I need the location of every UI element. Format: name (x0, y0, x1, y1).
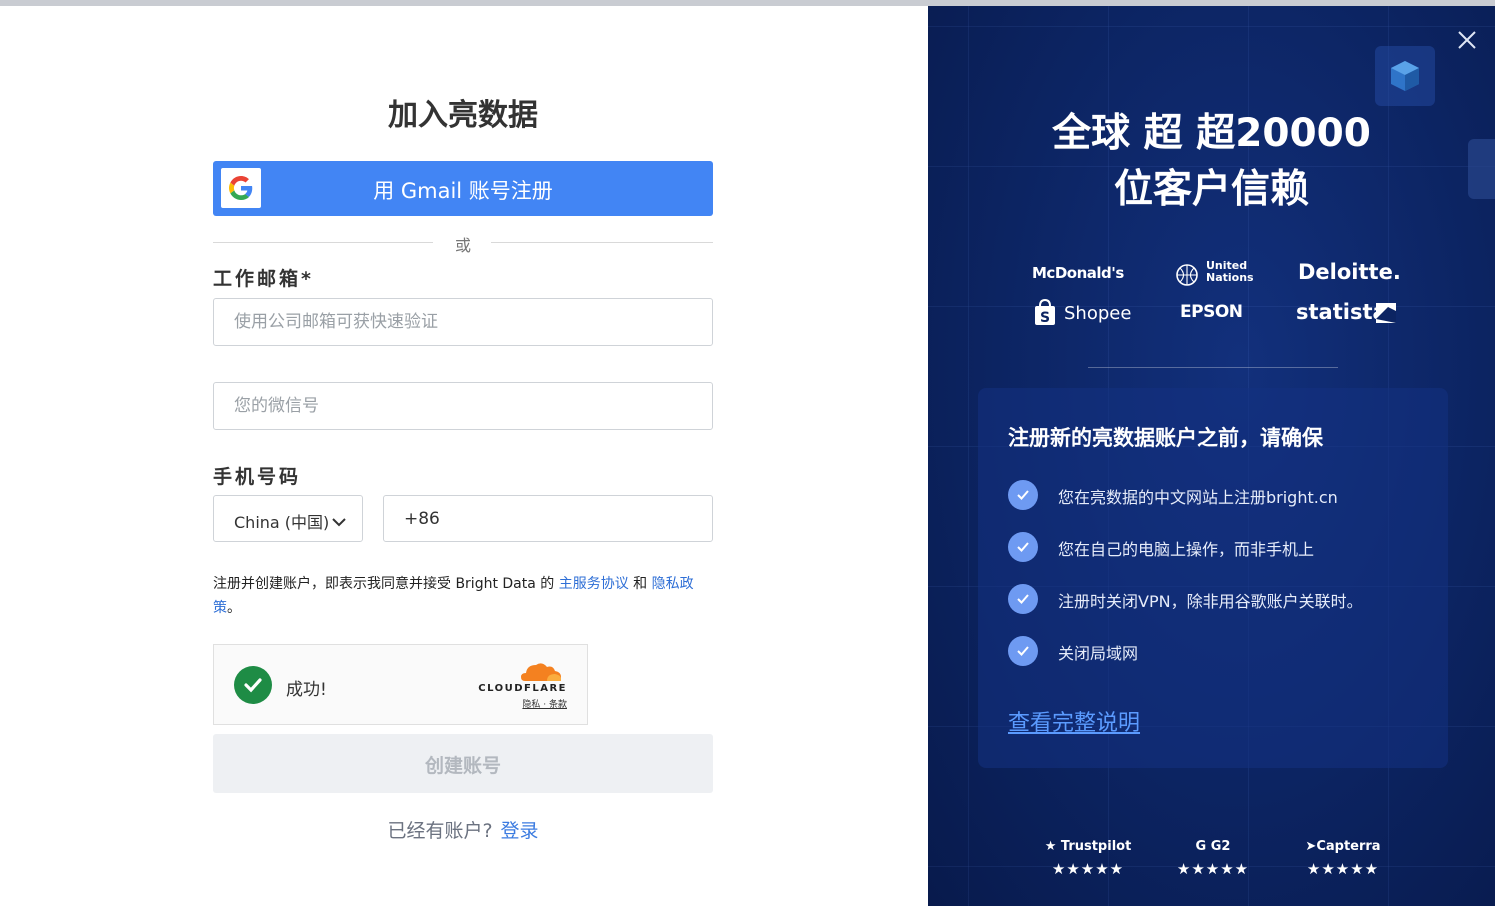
trustpilot-rating: ★ Trustpilot ★★★★★ (1044, 839, 1132, 878)
page-title: 加入亮数据 (388, 98, 538, 133)
rating-stars: ★★★★★ (1051, 860, 1125, 878)
marketing-panel: 全球 超 超20000 位客户信赖 McDonald's United Nati… (928, 6, 1495, 906)
country-value: China (中国) (234, 513, 330, 532)
phone-field[interactable] (383, 495, 713, 542)
requirements-card: 注册新的亮数据账户之前，请确保 您在亮数据的中文网站上注册bright.cn 您… (978, 388, 1448, 768)
check-icon (1008, 636, 1038, 666)
terms-middle: 和 (628, 576, 652, 592)
check-icon (1008, 480, 1038, 510)
gmail-signup-button[interactable]: 用 Gmail 账号注册 (213, 161, 713, 216)
or-divider: 或 (213, 232, 713, 255)
or-text: 或 (454, 236, 471, 255)
separator (1088, 367, 1338, 368)
headline: 全球 超 超20000 位客户信赖 (928, 106, 1495, 218)
captcha-links[interactable]: 隐私 · 条款 (522, 697, 567, 710)
headline-line-1: 全球 超 超20000 (1052, 111, 1371, 156)
mcdonalds-logo: McDonald's (1032, 264, 1124, 282)
captcha-status: 成功! (286, 680, 327, 700)
gmail-button-label: 用 Gmail 账号注册 (373, 179, 553, 203)
rating-stars: ★★★★★ (1176, 860, 1250, 878)
headline-line-2: 位客户信赖 (1113, 167, 1309, 212)
epson-logo: EPSON (1180, 302, 1243, 322)
country-select[interactable]: China (中国) (213, 495, 363, 542)
view-full-instructions-link[interactable]: 查看完整说明 (1008, 705, 1140, 737)
cloudflare-captcha[interactable]: 成功! CLOUDFLARE 隐私 · 条款 (213, 644, 588, 725)
chevron-down-icon (332, 512, 346, 531)
wechat-field[interactable] (213, 382, 713, 430)
terms-text: 注册并创建账户，即表示我同意并接受 Bright Data 的 主服务协议 和 … (213, 572, 718, 620)
review-ratings: ★ Trustpilot ★★★★★ G G2 ★★★★★ ➤Capterra … (1043, 839, 1403, 884)
capterra-icon: ➤ (1305, 839, 1317, 854)
g2-rating: G G2 ★★★★★ (1168, 839, 1258, 878)
create-account-button[interactable]: 创建账号 (213, 734, 713, 793)
capterra-rating: ➤Capterra ★★★★★ (1293, 839, 1393, 878)
check-icon (1008, 532, 1038, 562)
check-icon (1008, 584, 1038, 614)
card-title: 注册新的亮数据账户之前，请确保 (1008, 426, 1323, 450)
email-field[interactable] (213, 298, 713, 346)
g2-icon: G (1195, 839, 1207, 854)
brand-logos: McDonald's United Nations Deloitte. S Sh… (1018, 256, 1418, 336)
terms-prefix: 注册并创建账户，即表示我同意并接受 Bright Data 的 (213, 576, 559, 592)
statista-logo: statista (1296, 300, 1406, 324)
cube-icon (1375, 46, 1435, 106)
cloudflare-logo: CLOUDFLARE 隐私 · 条款 (467, 659, 567, 710)
svg-text:S: S (1040, 310, 1050, 326)
signup-form-panel: 加入亮数据 用 Gmail 账号注册 或 工作邮箱* 手机号码 China (中… (0, 6, 928, 906)
star-icon: ★ (1044, 839, 1057, 854)
success-check-icon (234, 666, 272, 704)
login-link[interactable]: 登录 (501, 820, 539, 842)
cloudflare-wordmark: CLOUDFLARE (478, 683, 567, 694)
phone-label: 手机号码 (213, 466, 302, 488)
deloitte-logo: Deloitte. (1298, 260, 1401, 284)
close-icon[interactable] (1455, 28, 1479, 52)
email-label: 工作邮箱* (213, 268, 314, 290)
login-prompt: 已经有账户? 登录 (213, 816, 713, 843)
rating-stars: ★★★★★ (1306, 860, 1380, 878)
service-agreement-link[interactable]: 主服务协议 (559, 576, 629, 592)
login-question: 已经有账户? (387, 820, 493, 842)
terms-suffix: 。 (227, 600, 241, 616)
